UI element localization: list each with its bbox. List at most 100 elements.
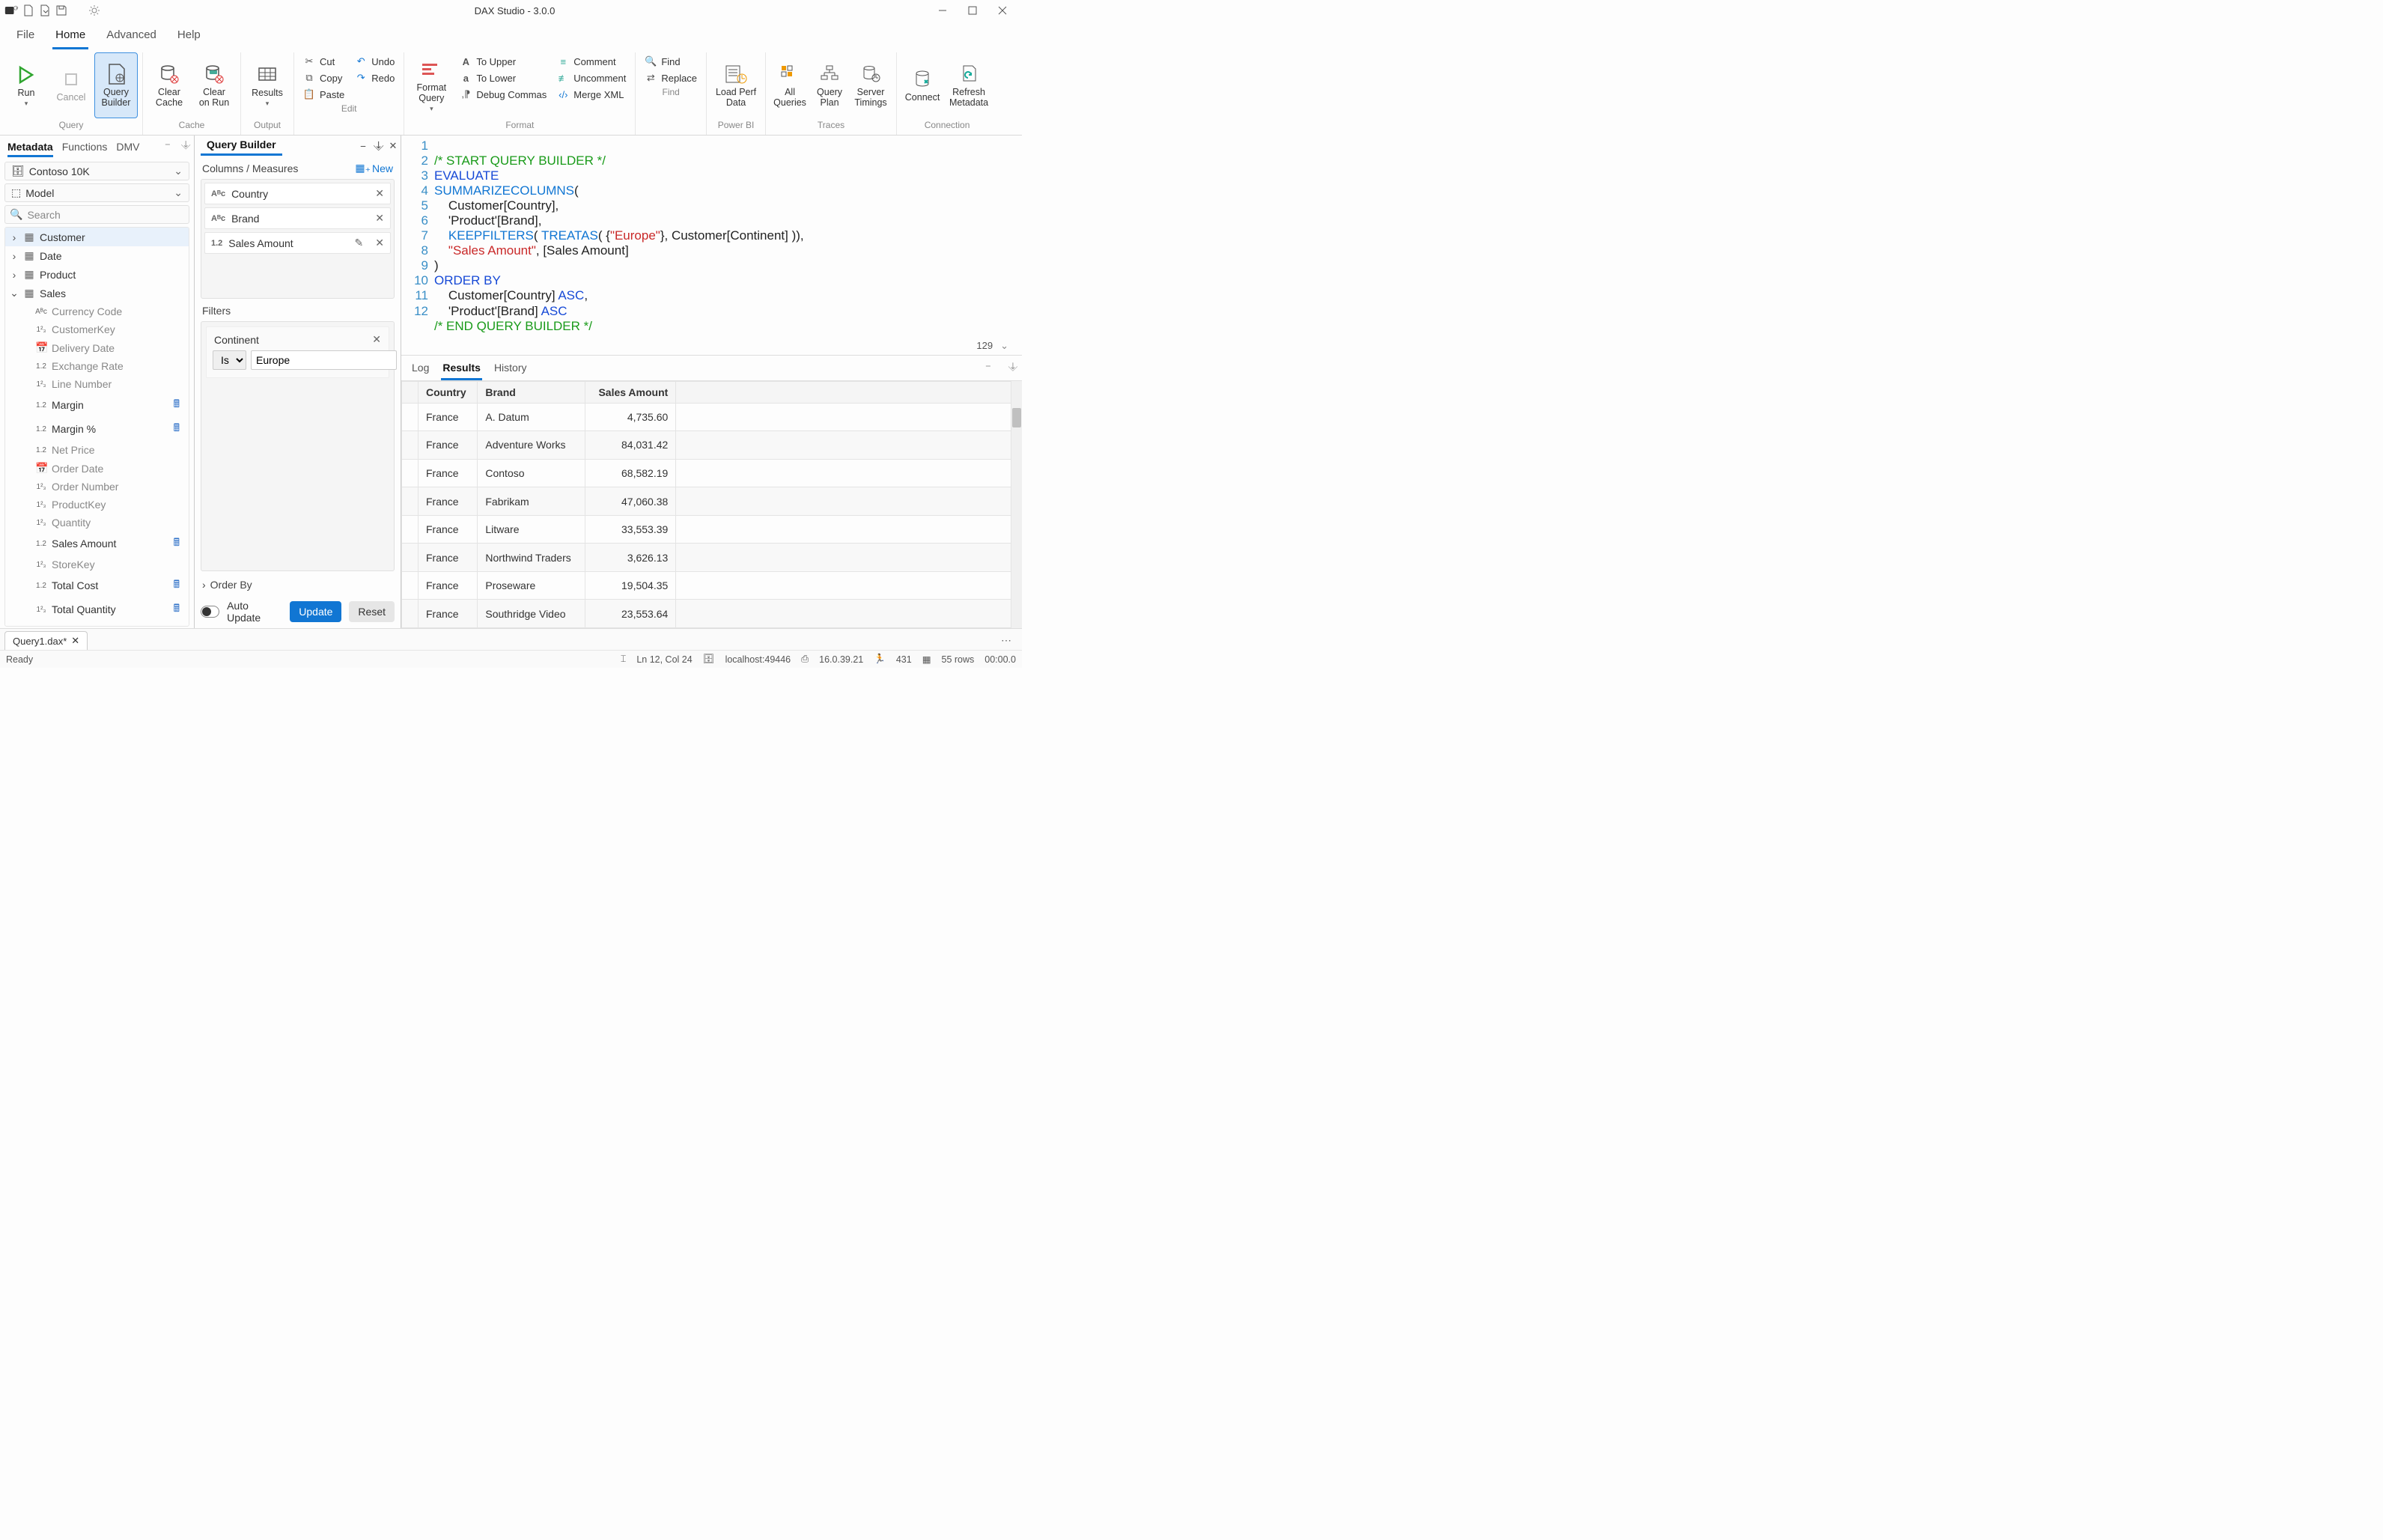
tab-file[interactable]: File bbox=[13, 24, 37, 49]
tab-log[interactable]: Log bbox=[410, 360, 430, 380]
tree-node-totalcost[interactable]: 1.2Total Cost🖩 bbox=[5, 573, 189, 597]
tree-node-storekey[interactable]: 1²₃StoreKey bbox=[5, 556, 189, 573]
results-button[interactable]: Results ▾ bbox=[246, 52, 289, 118]
replace-button[interactable]: ⇄Replace bbox=[640, 70, 701, 85]
filter-value-input[interactable] bbox=[251, 350, 397, 370]
new-measure-button[interactable]: ▦₊New bbox=[355, 162, 393, 174]
reset-button[interactable]: Reset bbox=[349, 601, 395, 622]
query-builder-button[interactable]: Query Builder bbox=[94, 52, 138, 118]
model-selector[interactable]: ⬚ Model ⌄ bbox=[4, 183, 189, 202]
cut-button[interactable]: ✂Cut bbox=[299, 54, 349, 69]
col-brand[interactable]: Brand bbox=[478, 381, 585, 403]
tree-node-customerkey[interactable]: 1²₃CustomerKey bbox=[5, 320, 189, 338]
uncomment-button[interactable]: ≢Uncomment bbox=[553, 70, 630, 85]
tree-node-orderdate[interactable]: 📅Order Date bbox=[5, 459, 189, 478]
vertical-scrollbar[interactable] bbox=[1011, 381, 1022, 628]
search-input[interactable]: 🔍 Search bbox=[4, 205, 189, 224]
table-row[interactable]: FranceAdventure Works84,031.42 bbox=[402, 431, 1011, 460]
server-timings-button[interactable]: Server Timings bbox=[850, 52, 892, 118]
comment-button[interactable]: ≡Comment bbox=[553, 54, 630, 69]
chevron-down-icon[interactable]: ⌄ bbox=[1000, 340, 1008, 352]
tab-functions[interactable]: Functions bbox=[62, 139, 108, 157]
tab-advanced[interactable]: Advanced bbox=[103, 24, 159, 49]
panel-pin-icon[interactable]: ⇲ bbox=[174, 139, 192, 157]
tree-node-currency[interactable]: AᴮcCurrency Code bbox=[5, 302, 189, 320]
load-perf-button[interactable]: Load Perf Data bbox=[711, 52, 761, 118]
close-tab-icon[interactable]: ✕ bbox=[71, 635, 79, 647]
doc-tab-query1[interactable]: Query1.dax* ✕ bbox=[4, 631, 88, 650]
table-row[interactable]: FranceFabrikam47,060.38 bbox=[402, 487, 1011, 516]
clear-on-run-button[interactable]: Clear on Run bbox=[192, 52, 236, 118]
tab-results[interactable]: Results bbox=[441, 360, 482, 380]
tree-node-margin[interactable]: 1.2Margin🖩 bbox=[5, 393, 189, 417]
to-upper-button[interactable]: ATo Upper bbox=[455, 54, 551, 69]
tab-metadata[interactable]: Metadata bbox=[7, 139, 53, 157]
tree-node-ordernumber[interactable]: 1²₃Order Number bbox=[5, 478, 189, 496]
tree-node-marginpct[interactable]: 1.2Margin %🖩 bbox=[5, 417, 189, 441]
maximize-button[interactable] bbox=[958, 0, 987, 21]
run-button[interactable]: Run ▾ bbox=[4, 52, 48, 118]
overflow-icon[interactable]: ⋯ bbox=[995, 631, 1017, 650]
tree-node-salesamount[interactable]: 1.2Sales Amount🖩 bbox=[5, 532, 189, 556]
tree-node-quantity[interactable]: 1²₃Quantity bbox=[5, 514, 189, 532]
connect-button[interactable]: Connect bbox=[901, 52, 943, 118]
tab-history[interactable]: History bbox=[493, 360, 529, 380]
col-sales[interactable]: Sales Amount bbox=[585, 381, 676, 403]
table-row[interactable]: FranceSouthridge Video23,553.64 bbox=[402, 600, 1011, 628]
copy-button[interactable]: ⧉Copy bbox=[299, 70, 349, 85]
new-file-icon[interactable] bbox=[21, 3, 36, 18]
column-item-sales[interactable]: 1.2Sales Amount✎✕ bbox=[204, 232, 391, 254]
panel-float-icon[interactable]: ⎯ bbox=[165, 139, 170, 157]
auto-update-toggle[interactable] bbox=[201, 606, 219, 618]
remove-icon[interactable]: ✕ bbox=[375, 187, 384, 200]
cancel-button[interactable]: Cancel bbox=[49, 52, 93, 118]
brightness-icon[interactable] bbox=[87, 3, 102, 18]
panel-float-icon[interactable]: ⎯ bbox=[986, 360, 990, 380]
remove-icon[interactable]: ✕ bbox=[375, 212, 384, 225]
tree-node-netprice[interactable]: 1.2Net Price bbox=[5, 441, 189, 459]
table-row[interactable]: FranceNorthwind Traders3,626.13 bbox=[402, 544, 1011, 572]
query-plan-button[interactable]: Query Plan bbox=[811, 52, 848, 118]
tree-node-customer[interactable]: ›▦Customer bbox=[5, 228, 189, 246]
merge-xml-button[interactable]: ‹/›Merge XML bbox=[553, 87, 630, 102]
format-query-button[interactable]: Format Query ▾ bbox=[409, 52, 454, 118]
tree-node-product[interactable]: ›▦Product bbox=[5, 265, 189, 284]
column-item-country[interactable]: AᴮcCountry✕ bbox=[204, 183, 391, 204]
tree-node-deliverydate[interactable]: 📅Delivery Date bbox=[5, 338, 189, 357]
col-country[interactable]: Country bbox=[419, 381, 478, 403]
tab-help[interactable]: Help bbox=[174, 24, 204, 49]
update-button[interactable]: Update bbox=[290, 601, 341, 622]
refresh-metadata-button[interactable]: Refresh Metadata bbox=[945, 52, 993, 118]
to-lower-button[interactable]: aTo Lower bbox=[455, 70, 551, 85]
find-button[interactable]: 🔍Find bbox=[640, 54, 701, 69]
tree-node-sales[interactable]: ⌄▦Sales bbox=[5, 284, 189, 302]
tree-node-exchangerate[interactable]: 1.2Exchange Rate bbox=[5, 357, 189, 375]
column-item-brand[interactable]: AᴮcBrand✕ bbox=[204, 207, 391, 229]
table-row[interactable]: FranceA. Datum4,735.60 bbox=[402, 403, 1011, 431]
paste-button[interactable]: 📋Paste bbox=[299, 87, 349, 102]
tree-node-totalqty[interactable]: 1²₃Total Quantity🖩 bbox=[5, 597, 189, 621]
tab-dmv[interactable]: DMV bbox=[116, 139, 139, 157]
minimize-button[interactable] bbox=[928, 0, 958, 21]
filter-op-select[interactable]: Is bbox=[213, 350, 246, 370]
tab-home[interactable]: Home bbox=[52, 24, 88, 49]
tree-node-date[interactable]: ›▦Date bbox=[5, 246, 189, 265]
database-selector[interactable]: 🗄 Contoso 10K ⌄ bbox=[4, 162, 189, 180]
remove-icon[interactable]: ✕ bbox=[375, 237, 384, 249]
undo-button[interactable]: ↶Undo bbox=[350, 54, 399, 69]
save-icon[interactable] bbox=[54, 3, 69, 18]
debug-commas-button[interactable]: ,⁋Debug Commas bbox=[455, 87, 551, 102]
table-row[interactable]: FranceContoso68,582.19 bbox=[402, 459, 1011, 487]
tree-node-productkey[interactable]: 1²₃ProductKey bbox=[5, 496, 189, 514]
tree-node-linenumber[interactable]: 1²₃Line Number bbox=[5, 375, 189, 393]
redo-button[interactable]: ↷Redo bbox=[350, 70, 399, 85]
remove-filter-icon[interactable]: ✕ bbox=[372, 333, 381, 346]
panel-pin-icon[interactable]: ⇲ bbox=[999, 360, 1019, 380]
close-button[interactable] bbox=[987, 0, 1017, 21]
open-file-icon[interactable] bbox=[37, 3, 52, 18]
order-by-section[interactable]: ›Order By bbox=[201, 576, 395, 594]
edit-icon[interactable]: ✎ bbox=[355, 237, 364, 249]
all-queries-button[interactable]: All Queries bbox=[770, 52, 809, 118]
table-row[interactable]: FranceProseware19,504.35 bbox=[402, 571, 1011, 600]
clear-cache-button[interactable]: Clear Cache bbox=[147, 52, 191, 118]
